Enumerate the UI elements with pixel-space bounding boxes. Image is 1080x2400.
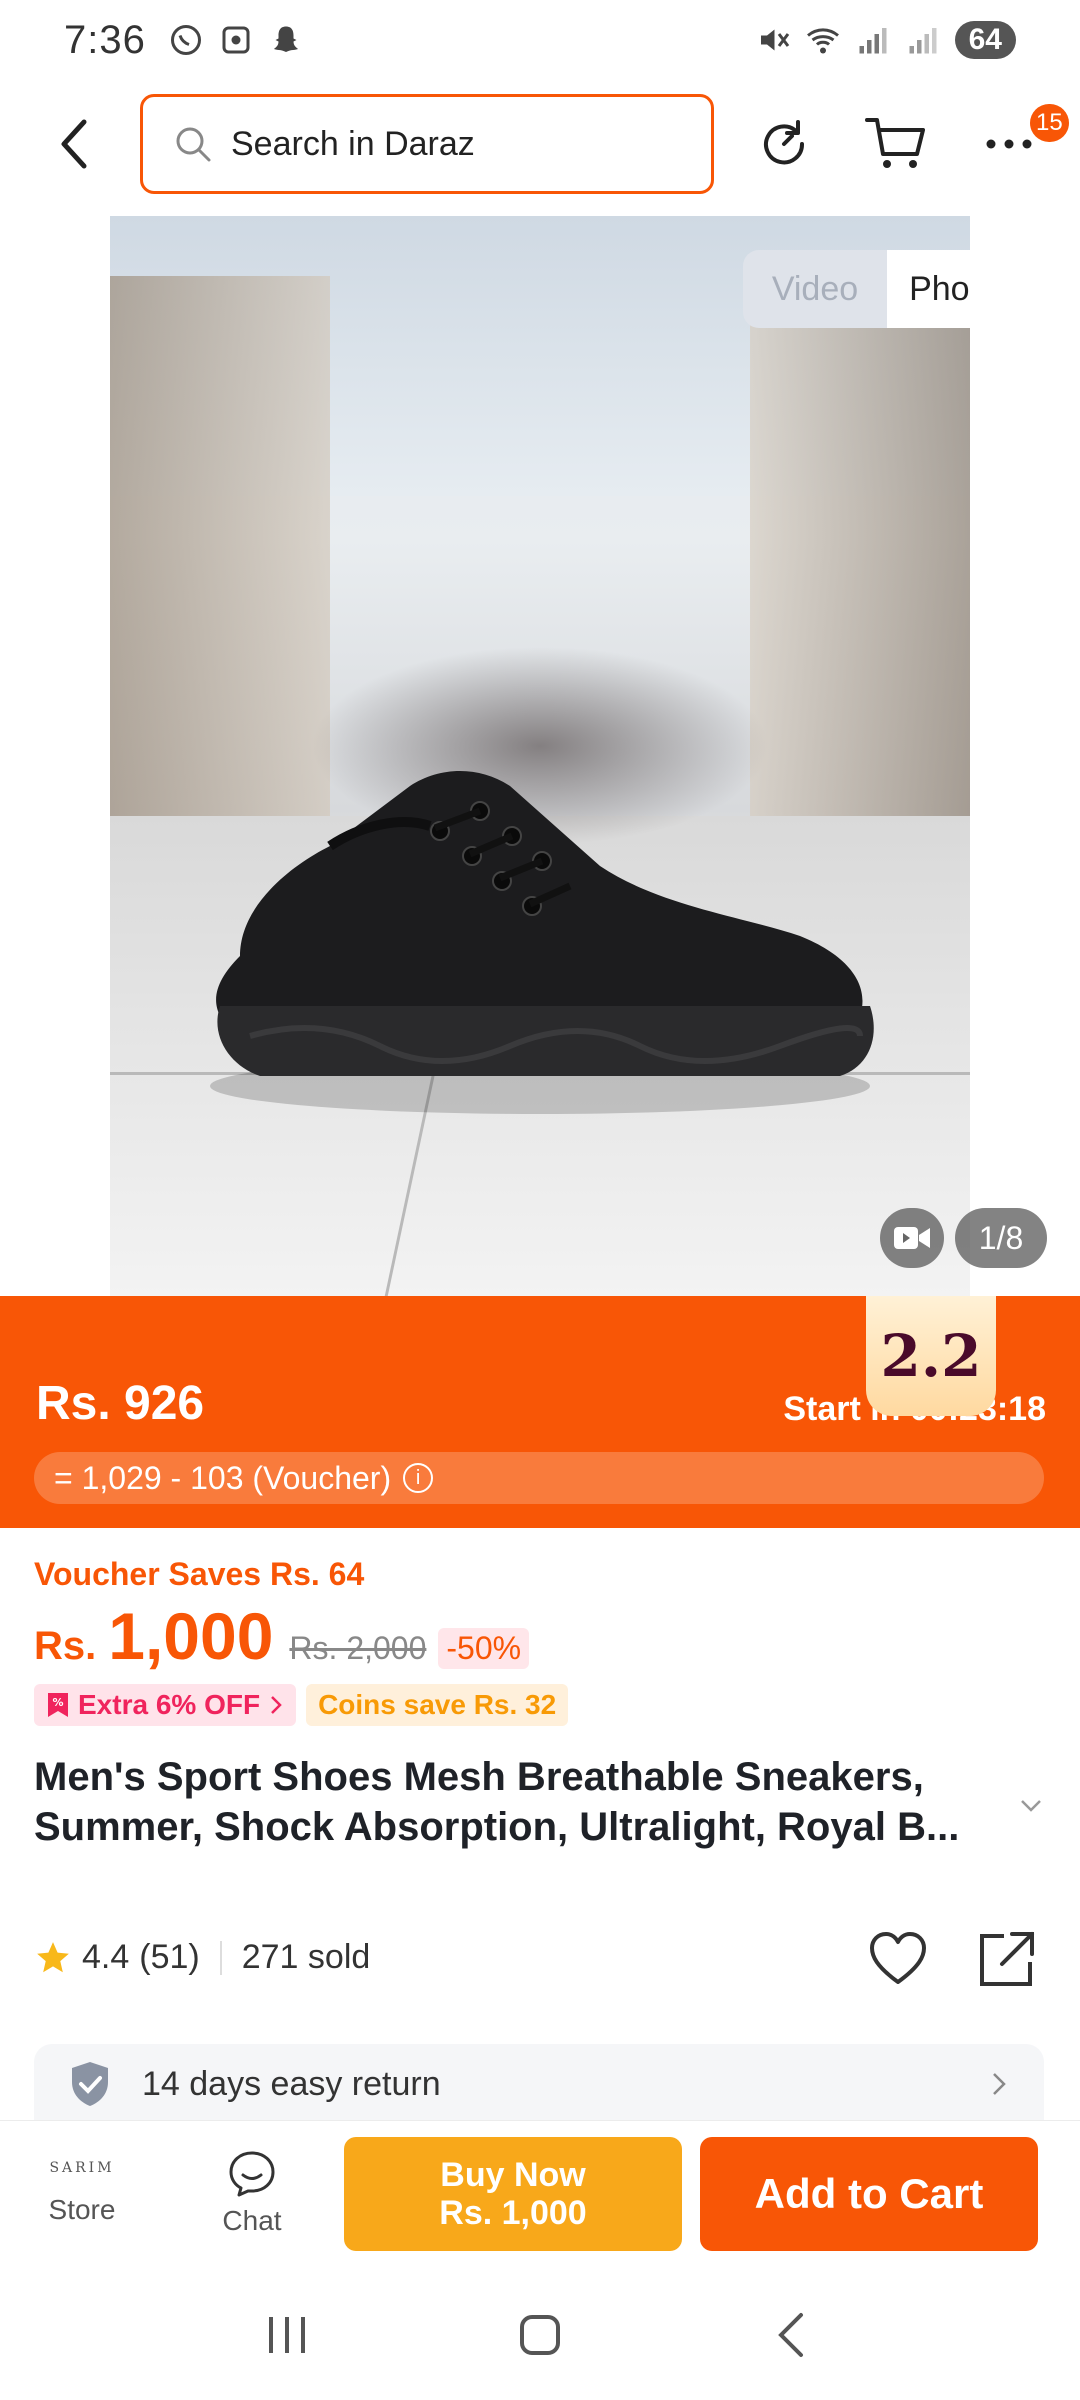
- chat-label: Chat: [222, 2205, 282, 2236]
- flash-sale-price: Rs. 926: [36, 1377, 205, 1430]
- coins-save-chip[interactable]: Coins save Rs. 32: [306, 1684, 569, 1726]
- back-button[interactable]: [44, 112, 104, 176]
- campaign-badge: 2.2: [866, 1296, 996, 1416]
- wishlist-button[interactable]: [866, 1928, 930, 1992]
- info-icon[interactable]: i: [403, 1463, 434, 1493]
- signal-icon: [859, 28, 887, 54]
- screenshot-icon: [222, 26, 250, 54]
- chevron-right-icon: [271, 1696, 282, 1714]
- buy-now-label: Buy Now: [440, 2156, 586, 2194]
- top-navigation: Search in Daraz: [0, 92, 1080, 196]
- current-price: 1,000: [108, 1599, 274, 1673]
- price-row: Rs. 1,000 Rs. 2,000 -50%: [34, 1598, 530, 1674]
- rating-row[interactable]: 4.4 (51) 271 sold: [34, 1938, 370, 1977]
- product-image-gallery[interactable]: Video Photos: [110, 216, 970, 1296]
- snapchat-icon: [273, 26, 298, 52]
- return-policy-text: 14 days easy return: [142, 2064, 441, 2103]
- cart-button[interactable]: [862, 110, 930, 178]
- product-title[interactable]: Men's Sport Shoes Mesh Breathable Sneake…: [34, 1752, 1014, 1852]
- expand-title-chevron-icon[interactable]: [1016, 1790, 1046, 1820]
- original-price: Rs. 2,000: [289, 1630, 427, 1666]
- store-button[interactable]: SARIM Store: [22, 2133, 142, 2253]
- more-icon: [986, 139, 1032, 149]
- promo-row: % Extra 6% OFF Coins save Rs. 32: [34, 1684, 569, 1726]
- notification-icons: [168, 22, 304, 58]
- extra-off-label: Extra 6% OFF: [78, 1689, 261, 1720]
- video-camera-icon: [894, 1227, 930, 1249]
- buy-now-button[interactable]: Buy Now Rs. 1,000: [344, 2137, 682, 2251]
- voucher-saves-text: Voucher Saves Rs. 64: [34, 1556, 365, 1592]
- image-page-counter: 1/8: [955, 1208, 1047, 1268]
- shield-check-icon: [72, 2062, 108, 2106]
- heart-icon: [870, 1932, 926, 1984]
- signal-icon-2: [909, 28, 937, 54]
- share-icon: [980, 1932, 1034, 1986]
- refresh-icon: [764, 120, 805, 165]
- whatsapp-icon: [170, 25, 201, 55]
- search-icon: [176, 127, 211, 162]
- status-bar: 7:36 64: [0, 0, 1080, 80]
- star-icon: [37, 1941, 69, 1972]
- status-time: 7:36: [64, 17, 146, 62]
- tab-video[interactable]: Video: [743, 250, 887, 328]
- product-shoe-image: [210, 771, 874, 1114]
- notification-badge: 15: [1030, 104, 1069, 142]
- currency-label: Rs.: [34, 1624, 97, 1668]
- refresh-button[interactable]: [750, 110, 818, 178]
- wifi-icon: [806, 28, 839, 54]
- battery-indicator: 64: [954, 21, 1016, 59]
- recent-apps-icon[interactable]: [257, 2305, 317, 2365]
- chevron-right-icon: [993, 2073, 1006, 2095]
- play-video-button[interactable]: [880, 1208, 944, 1268]
- search-input[interactable]: Search in Daraz: [140, 94, 714, 194]
- media-type-toggle: Video Photos: [743, 250, 970, 328]
- add-to-cart-button[interactable]: Add to Cart: [700, 2137, 1038, 2251]
- coupon-icon: %: [48, 1693, 68, 1717]
- divider: [219, 1940, 222, 1975]
- svg-text:%: %: [52, 1696, 63, 1709]
- back-arrow-icon: [61, 119, 87, 169]
- chat-icon: [229, 2151, 275, 2197]
- rating-count: (51): [139, 1938, 200, 1976]
- voucher-breakdown[interactable]: = 1,029 - 103 (Voucher) i: [34, 1452, 1044, 1504]
- store-label: Store: [48, 2194, 116, 2225]
- bottom-action-bar: SARIM Store Chat Buy Now Rs. 1,000 Add t…: [0, 2120, 1080, 2270]
- discount-badge: -50%: [438, 1628, 530, 1669]
- extra-off-chip[interactable]: % Extra 6% OFF: [34, 1684, 297, 1726]
- system-back-icon[interactable]: [763, 2305, 823, 2365]
- chat-button[interactable]: Chat: [192, 2133, 312, 2253]
- store-logo: SARIM: [49, 2160, 115, 2176]
- voucher-formula: = 1,029 - 103 (Voucher): [54, 1459, 392, 1496]
- share-button[interactable]: [974, 1928, 1038, 1992]
- cart-icon: [865, 118, 925, 168]
- buy-now-price: Rs. 1,000: [439, 2194, 587, 2232]
- system-navigation-bar: [0, 2270, 1080, 2400]
- mute-icon: [760, 29, 789, 51]
- home-icon[interactable]: [510, 2305, 570, 2365]
- search-placeholder: Search in Daraz: [231, 124, 475, 163]
- return-policy-row[interactable]: 14 days easy return: [34, 2044, 1044, 2124]
- tab-photos[interactable]: Photos: [887, 250, 970, 328]
- rating-score: 4.4: [82, 1938, 130, 1976]
- system-status-icons: 64: [755, 21, 1016, 59]
- sold-count: 271 sold: [241, 1938, 371, 1976]
